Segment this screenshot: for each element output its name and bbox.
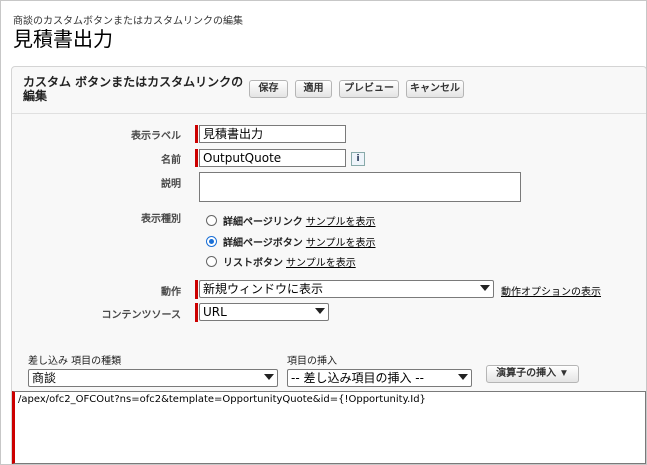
- chevron-down-icon: [458, 374, 468, 380]
- name-field-label: 名前: [161, 155, 181, 166]
- sample-link[interactable]: サンプルを表示: [306, 217, 376, 228]
- preview-button[interactable]: プレビュー: [339, 80, 399, 98]
- name-input[interactable]: OutputQuote: [199, 149, 346, 167]
- content-source-select-value: URL: [203, 305, 227, 319]
- option-label: リストボタン: [223, 258, 283, 269]
- field-type-select-value: 商談: [32, 371, 57, 385]
- insert-operator-label: 演算子の挿入: [496, 368, 557, 379]
- page-header: 商談のカスタムボタンまたはカスタムリンクの編集 見積書出力: [1, 1, 646, 61]
- chevron-down-icon: [264, 374, 274, 380]
- panel-title: カスタム ボタンまたはカスタムリンクの編集: [23, 75, 244, 103]
- page-title: 見積書出力: [13, 27, 113, 51]
- content-source-select[interactable]: URL: [199, 303, 329, 321]
- info-icon[interactable]: i: [351, 152, 365, 166]
- behavior-select-value: 新規ウィンドウに表示: [203, 282, 324, 296]
- insert-field-select-value: -- 差し込み項目の挿入 --: [291, 371, 424, 385]
- description-textarea[interactable]: [199, 172, 521, 202]
- triangle-down-icon: ▼: [558, 368, 569, 379]
- sample-link[interactable]: サンプルを表示: [306, 238, 376, 249]
- radio-detail-page-link[interactable]: [206, 215, 217, 226]
- behavior-options-link[interactable]: 動作オプションの表示: [501, 283, 601, 298]
- url-body-textarea[interactable]: /apex/ofc2_OFCOut?ns=ofc2&template=Oppor…: [12, 391, 646, 464]
- required-marker: [195, 125, 198, 143]
- label-input[interactable]: 見積書出力: [199, 125, 346, 143]
- page-frame: 商談のカスタムボタンまたはカスタムリンクの編集 見積書出力 カスタム ボタンまた…: [0, 0, 647, 465]
- insert-operator-button[interactable]: 演算子の挿入 ▼: [486, 365, 579, 383]
- insert-field-select[interactable]: -- 差し込み項目の挿入 --: [287, 369, 472, 387]
- option-detail-page-link: 詳細ページリンク サンプルを表示: [223, 213, 376, 228]
- option-detail-page-button: 詳細ページボタン サンプルを表示: [223, 234, 376, 249]
- description-field-label: 説明: [161, 179, 181, 190]
- display-type-label: 表示種別: [141, 214, 181, 225]
- required-marker: [195, 149, 198, 167]
- required-marker: [195, 280, 198, 299]
- save-button[interactable]: 保存: [249, 80, 288, 98]
- option-label: 詳細ページボタン: [223, 238, 303, 249]
- insert-field-label: 項目の挿入: [287, 356, 337, 367]
- chevron-down-icon: [315, 308, 325, 314]
- radio-list-button[interactable]: [206, 256, 217, 267]
- required-marker: [195, 303, 198, 322]
- cancel-button[interactable]: キャンセル: [406, 80, 464, 98]
- behavior-select[interactable]: 新規ウィンドウに表示: [199, 280, 494, 298]
- sample-link[interactable]: サンプルを表示: [286, 258, 356, 269]
- field-type-label: 差し込み 項目の種類: [28, 356, 122, 367]
- option-label: 詳細ページリンク: [223, 217, 303, 228]
- label-field-label: 表示ラベル: [131, 131, 181, 142]
- apply-button[interactable]: 適用: [295, 80, 332, 98]
- option-list-button: リストボタン サンプルを表示: [223, 254, 356, 269]
- content-source-label: コンテンツソース: [101, 310, 182, 321]
- field-type-select[interactable]: 商談: [28, 369, 278, 387]
- chevron-down-icon: [480, 285, 490, 291]
- panel-header: カスタム ボタンまたはカスタムリンクの編集 保存 適用 プレビュー キャンセル: [12, 67, 646, 114]
- radio-detail-page-button[interactable]: [206, 236, 217, 247]
- behavior-label: 動作: [161, 287, 181, 298]
